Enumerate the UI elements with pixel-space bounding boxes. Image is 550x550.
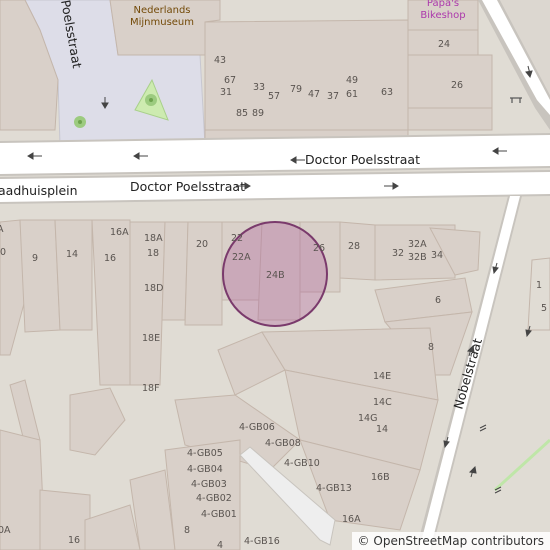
svg-text:32: 32 — [392, 248, 404, 259]
svg-text:5: 5 — [541, 303, 547, 314]
svg-text:22: 22 — [231, 233, 243, 244]
svg-text:85: 85 — [236, 108, 248, 119]
svg-text:79: 79 — [290, 84, 302, 95]
svg-text:9: 9 — [32, 253, 38, 264]
svg-text:8: 8 — [428, 342, 434, 353]
svg-text:33: 33 — [253, 82, 265, 93]
svg-text:1: 1 — [536, 280, 542, 291]
svg-text:14C: 14C — [373, 397, 392, 408]
svg-text:34: 34 — [431, 250, 443, 261]
svg-text:49: 49 — [346, 75, 358, 86]
svg-text:4-GB16: 4-GB16 — [244, 536, 280, 547]
svg-text:89: 89 — [252, 108, 264, 119]
svg-text:4-GB13: 4-GB13 — [316, 483, 352, 494]
svg-text:4-GB05: 4-GB05 — [187, 448, 223, 459]
svg-text:8: 8 — [184, 525, 190, 536]
svg-text:24B: 24B — [266, 270, 285, 281]
svg-text:4-GB02: 4-GB02 — [196, 493, 232, 504]
svg-text:18: 18 — [147, 248, 159, 259]
svg-text:14: 14 — [376, 424, 388, 435]
svg-text:14: 14 — [66, 249, 78, 260]
svg-text:26: 26 — [313, 243, 325, 254]
svg-text:18A: 18A — [144, 233, 163, 244]
svg-text:32A: 32A — [408, 239, 427, 250]
poi-bikeshop-line1[interactable]: Papa's — [427, 0, 459, 9]
copyright-symbol: © — [357, 534, 370, 548]
svg-text:4-GB08: 4-GB08 — [265, 438, 301, 449]
svg-text:20: 20 — [196, 239, 208, 250]
svg-text:16: 16 — [68, 535, 80, 546]
map-canvas[interactable]: Poelsstraat Doctor Poelsstraat Doctor Po… — [0, 0, 550, 550]
map-attribution[interactable]: © OpenStreetMap contributors — [351, 532, 550, 550]
svg-text:31: 31 — [220, 87, 232, 98]
svg-text:61: 61 — [346, 89, 358, 100]
svg-text:4-GB04: 4-GB04 — [187, 464, 223, 475]
svg-text:16A: 16A — [342, 514, 361, 525]
svg-text:43: 43 — [214, 55, 226, 66]
svg-text:63: 63 — [381, 87, 393, 98]
svg-text:26: 26 — [451, 80, 463, 91]
street-label-doctor-poelsstraat-north: Doctor Poelsstraat — [305, 152, 420, 167]
svg-text:67: 67 — [224, 75, 236, 86]
svg-text:47: 47 — [308, 89, 320, 100]
svg-text:4: 4 — [217, 540, 223, 550]
svg-text:24: 24 — [438, 39, 450, 50]
svg-text:6: 6 — [435, 295, 441, 306]
svg-text:37: 37 — [327, 91, 339, 102]
svg-text:14G: 14G — [358, 413, 377, 424]
svg-text:18F: 18F — [142, 383, 160, 394]
svg-text:A: A — [0, 224, 4, 235]
poi-museum-line2[interactable]: Mijnmuseum — [130, 17, 194, 28]
svg-text:4-GB01: 4-GB01 — [201, 509, 237, 520]
svg-text:18E: 18E — [142, 333, 160, 344]
svg-text:57: 57 — [268, 91, 280, 102]
svg-text:0: 0 — [0, 247, 6, 258]
buildings-east — [527, 257, 550, 331]
svg-text:16A: 16A — [110, 227, 129, 238]
svg-text:28: 28 — [348, 241, 360, 252]
svg-text:16: 16 — [104, 253, 116, 264]
svg-text:32B: 32B — [408, 252, 427, 263]
svg-text:4-GB03: 4-GB03 — [191, 479, 227, 490]
poi-bikeshop-line2[interactable]: Bikeshop — [420, 10, 465, 21]
poi-museum-line1[interactable]: Nederlands — [133, 5, 190, 16]
svg-text:22A: 22A — [232, 252, 251, 263]
svg-text:16B: 16B — [371, 472, 390, 483]
svg-text:4-GB06: 4-GB06 — [239, 422, 275, 433]
svg-text:14E: 14E — [373, 371, 391, 382]
svg-text:0A: 0A — [0, 525, 11, 536]
street-label-doctor-poelsstraat-south: Doctor Poelsstraat — [130, 179, 245, 194]
svg-text:4-GB10: 4-GB10 — [284, 458, 320, 469]
attribution-text[interactable]: OpenStreetMap contributors — [373, 534, 544, 548]
svg-text:18D: 18D — [144, 283, 163, 294]
street-label-raadhuisplein: aadhuisplein — [0, 183, 78, 198]
